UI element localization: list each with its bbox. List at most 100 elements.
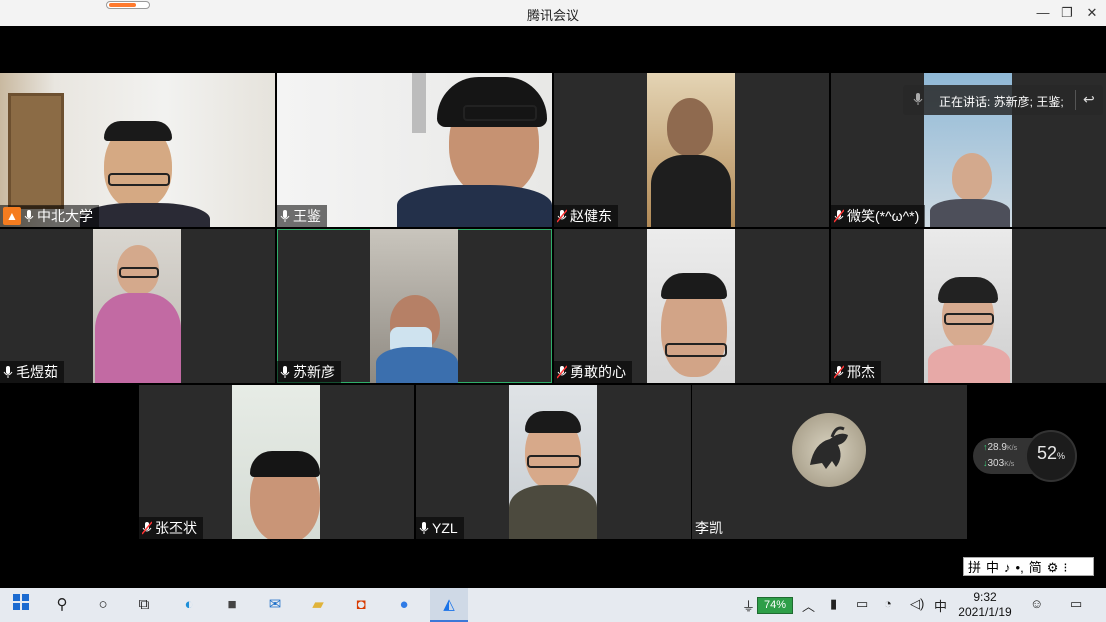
face xyxy=(667,98,713,156)
mic-on-icon xyxy=(419,521,429,535)
camera-feed xyxy=(0,73,275,227)
close-button[interactable]: ✕ xyxy=(1083,4,1101,22)
mic-muted-icon xyxy=(834,209,844,223)
search-icon[interactable]: ⚲ xyxy=(51,594,73,616)
mic-muted-icon xyxy=(834,365,844,379)
cortana-icon[interactable]: ○ xyxy=(92,594,114,616)
video-tile[interactable]: 李凯 xyxy=(692,385,967,539)
minimize-button[interactable]: — xyxy=(1034,4,1052,22)
participant-name: 毛煜茹 xyxy=(16,364,58,380)
video-tile[interactable]: YZL xyxy=(416,385,691,539)
speaking-text: 正在讲话: 苏新彦; 王鉴; xyxy=(939,95,1064,109)
participant-name: YZL xyxy=(432,520,458,536)
participant-name: 苏新彦 xyxy=(293,364,335,380)
ime-settings-icon[interactable]: ⚙ xyxy=(1047,558,1059,575)
participant-name: 李凯 xyxy=(695,520,723,536)
network-monitor[interactable]: ↑28.9K/s ↓303K/s 52% xyxy=(973,430,1077,482)
video-tile[interactable]: 王鉴 xyxy=(277,73,552,227)
show-hidden-icons-chevron[interactable]: ︿ xyxy=(802,596,815,615)
file-explorer-icon[interactable]: ▰ xyxy=(307,594,329,616)
volume-icon[interactable]: ◁) xyxy=(910,596,924,612)
ime-pinyin-icon[interactable]: 拼 xyxy=(968,558,981,575)
video-tile[interactable]: 邢杰 xyxy=(831,229,1106,383)
camera-feed xyxy=(647,73,735,227)
video-tile[interactable]: ▲ 中北大学 xyxy=(0,73,275,227)
video-grid: ▲ 中北大学 王鉴 赵健东 微笑(*^ω^*) 毛煜茹 苏新彦 勇敢的心 邢杰 … xyxy=(0,26,1106,588)
horse-icon xyxy=(810,426,848,469)
lark-icon[interactable]: ● xyxy=(393,594,415,616)
glasses xyxy=(108,173,170,186)
emoji-icon[interactable]: ☺ xyxy=(1030,596,1043,611)
participant-nameplate: 微笑(*^ω^*) xyxy=(831,205,926,227)
microphone-icon[interactable]: ▮ xyxy=(830,596,837,612)
participant-name: 勇敢的心 xyxy=(570,364,626,380)
hair xyxy=(938,277,998,303)
cpu-percent: 52% xyxy=(1025,443,1077,464)
battery-tray-icon[interactable]: ▭ xyxy=(856,596,868,612)
collapse-icon[interactable]: ↩ xyxy=(1083,91,1095,108)
shoulders xyxy=(509,485,597,539)
glasses xyxy=(665,343,727,357)
participant-name: 赵健东 xyxy=(570,208,612,224)
participant-name: 中北大学 xyxy=(37,208,93,224)
task-view-icon[interactable]: ⧉ xyxy=(133,594,155,616)
tencent-meeting-icon[interactable]: ◭ xyxy=(438,594,460,616)
ime-moon-icon[interactable]: ♪ xyxy=(1004,558,1011,575)
participant-name: 微笑(*^ω^*) xyxy=(847,208,920,224)
camera-feed xyxy=(232,385,320,539)
participant-nameplate: 毛煜茹 xyxy=(0,361,64,383)
ime-toolbar[interactable]: 拼 中 ♪ •, 简 ⚙ ⁝ xyxy=(963,557,1094,576)
ime-simplified-toggle[interactable]: 简 xyxy=(1029,558,1042,575)
office-icon[interactable]: ◘ xyxy=(350,594,372,616)
battery-indicator[interactable]: 74% xyxy=(757,597,793,614)
participant-nameplate: 张丕状 xyxy=(139,517,203,539)
divider xyxy=(1075,90,1076,110)
video-tile[interactable]: 赵健东 xyxy=(554,73,829,227)
upload-unit: K/s xyxy=(1006,445,1018,452)
host-icon: ▲ xyxy=(3,207,21,225)
camera-feed xyxy=(509,385,597,539)
participant-nameplate: ▲ 中北大学 xyxy=(0,205,99,227)
wifi-icon[interactable]: ◔ xyxy=(884,596,892,611)
hair xyxy=(525,411,581,433)
shoulders xyxy=(930,199,1010,227)
glasses xyxy=(119,267,159,278)
shoulders xyxy=(376,347,458,383)
restore-button[interactable]: ❐ xyxy=(1058,4,1076,22)
glasses xyxy=(944,313,994,325)
ime-punct-toggle[interactable]: •, xyxy=(1016,558,1024,575)
video-tile[interactable]: 勇敢的心 xyxy=(554,229,829,383)
title-bar: 腾讯会议 — ❐ ✕ xyxy=(0,0,1106,26)
camera-feed xyxy=(924,229,1012,383)
participant-nameplate: 勇敢的心 xyxy=(554,361,632,383)
upload-value: 28.9 xyxy=(987,442,1007,453)
avatar xyxy=(792,413,866,487)
participant-nameplate: 邢杰 xyxy=(831,361,881,383)
cpu-unit: % xyxy=(1057,451,1066,461)
edge-browser-icon[interactable]: ◐ xyxy=(178,594,200,616)
download-value: 303 xyxy=(987,458,1005,469)
video-tile[interactable]: 毛煜茹 xyxy=(0,229,275,383)
mail-icon[interactable]: ✉ xyxy=(264,594,286,616)
ime-chinese-toggle[interactable]: 中 xyxy=(986,558,999,575)
participant-nameplate: 王鉴 xyxy=(277,205,327,227)
camera-feed xyxy=(93,229,181,383)
ime-more-icon[interactable]: ⁝ xyxy=(1063,558,1067,575)
video-tile[interactable]: 张丕状 xyxy=(139,385,414,539)
cpu-value: 52 xyxy=(1036,443,1057,463)
participant-name: 邢杰 xyxy=(847,364,875,380)
face xyxy=(952,153,992,201)
taskbar: ⚲ ○ ⧉ ◐ ■ ✉ ▰ ◘ ● ◭ ⏚ 74% ︿ ▮ ▭ ◔ ◁) 中 9… xyxy=(0,588,1106,622)
input-language[interactable]: 中 xyxy=(934,596,947,615)
notifications-icon[interactable]: ▭ xyxy=(1070,596,1082,612)
mic-muted-icon xyxy=(142,521,152,535)
participant-nameplate: YZL xyxy=(416,517,464,539)
store-icon[interactable]: ■ xyxy=(221,594,243,616)
upload-speed: ↑28.9K/s xyxy=(983,442,1017,453)
download-unit: K/s xyxy=(1004,461,1015,468)
clock[interactable]: 9:32 2021/1/19 xyxy=(952,590,1018,620)
hair xyxy=(661,273,727,299)
video-tile[interactable]: 苏新彦 xyxy=(277,229,552,383)
windows-start-icon[interactable] xyxy=(10,594,32,616)
app-title: 腾讯会议 xyxy=(526,8,579,23)
